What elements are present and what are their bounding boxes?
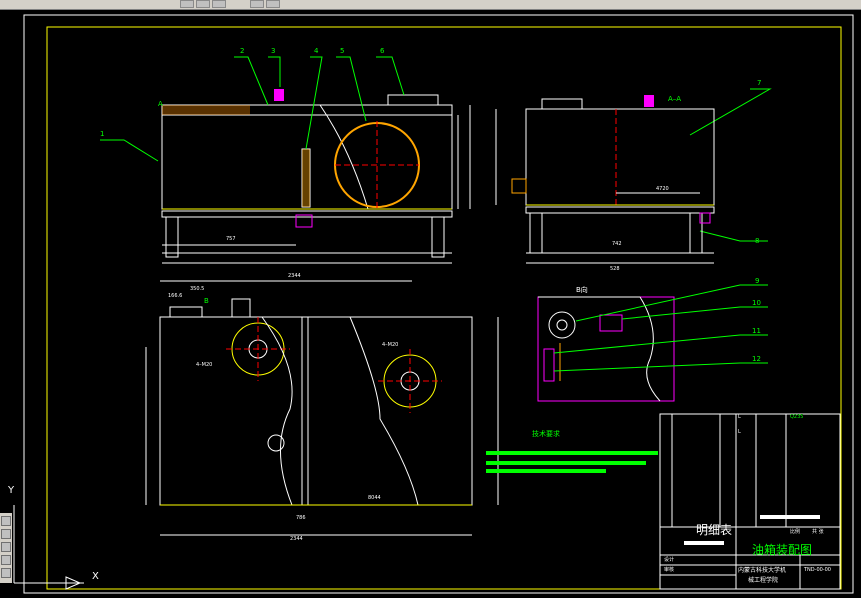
- side-view: [495, 95, 715, 264]
- toolbar-button-1[interactable]: [180, 0, 194, 8]
- tool-icon-2[interactable]: [1, 529, 11, 539]
- parts-table: [659, 413, 841, 528]
- tool-icon-4[interactable]: [1, 555, 11, 565]
- front-view: [161, 89, 471, 264]
- tool-icon-5[interactable]: [1, 568, 11, 578]
- toolbar-button-5[interactable]: [266, 0, 280, 8]
- drawing-canvas[interactable]: 1 2 3 4 5 6 7 8 9 10 11 12 A–A B向 A B 23…: [0, 9, 861, 598]
- tool-icon-1[interactable]: [1, 516, 11, 526]
- toolbar-button-3[interactable]: [212, 0, 226, 8]
- plan-view: [145, 280, 499, 536]
- toolbar-button-4[interactable]: [250, 0, 264, 8]
- b-view-leaders: [553, 284, 768, 372]
- left-toolbar: [0, 513, 12, 583]
- b-view: [537, 296, 675, 402]
- toolbar-button-2[interactable]: [196, 0, 210, 8]
- tech-requirements: [486, 451, 658, 473]
- title-block: [659, 515, 841, 590]
- tool-icon-3[interactable]: [1, 542, 11, 552]
